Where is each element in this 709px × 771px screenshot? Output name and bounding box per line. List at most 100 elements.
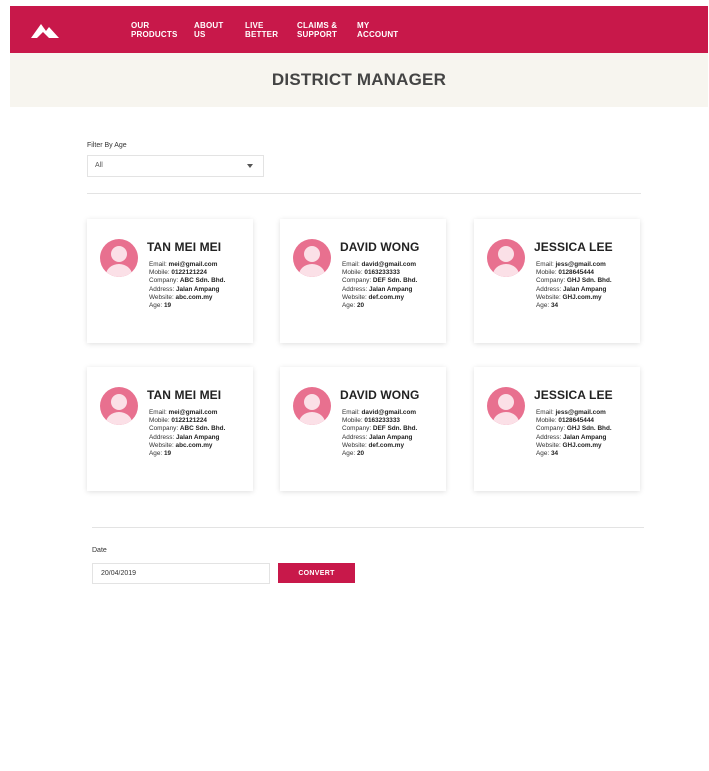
user-avatar-icon (100, 239, 138, 277)
card-address-value: Jalan Ampang (176, 285, 220, 293)
nav-item-my-account[interactable]: MY ACCOUNT (357, 21, 427, 39)
card-website-row: Website: abc.com.my (149, 442, 225, 450)
card-website-value: GHJ.com.my (562, 293, 602, 301)
card-info: Email: mei@gmail.com Mobile: 0122121224 Co… (149, 409, 225, 458)
card-company-value: DEF Sdn. Bhd. (372, 277, 418, 285)
date-label: Date (92, 547, 107, 554)
card-address-label: Address: (536, 433, 563, 441)
card-website-row: Website: GHJ.com.my (536, 294, 612, 302)
card-email-value: david@gmail.com (361, 409, 417, 416)
card-email-row: Email: david@gmail.com (342, 409, 417, 417)
card-age-row: Age: 20 (342, 302, 417, 310)
card-age-row: Age: 34 (536, 302, 612, 310)
card-age-label: Age: (149, 302, 164, 310)
card-mobile-value: 0128645444 (558, 269, 594, 277)
user-avatar-icon (293, 239, 331, 277)
chevron-down-icon (247, 164, 253, 168)
card-email-row: Email: mei@gmail.com (149, 409, 225, 417)
card-age-value: 20 (356, 450, 365, 458)
card-address-label: Address: (342, 433, 369, 441)
card-company-label: Company: (149, 277, 180, 285)
card-age-value: 34 (550, 302, 559, 310)
convert-button[interactable]: CONVERT (278, 563, 355, 583)
card-email-label: Email: (536, 261, 556, 268)
card-address-row: Address: Jalan Ampang (536, 434, 612, 442)
card-email-label: Email: (342, 409, 362, 416)
card-mobile-row: Mobile: 0122121224 (149, 269, 225, 277)
card-mobile-value: 0163233333 (364, 269, 400, 277)
card-age-value: 34 (550, 450, 559, 458)
profile-card[interactable]: JESSICA LEE Email: jess@gmail.com Mobile: … (474, 219, 640, 343)
card-age-value: 19 (163, 302, 172, 310)
card-website-row: Website: def.com.my (342, 442, 417, 450)
card-mobile-label: Mobile: (342, 269, 365, 277)
card-age-label: Age: (536, 450, 551, 458)
card-company-value: GHJ Sdn. Bhd. (566, 425, 612, 433)
card-mobile-value: 0128645444 (558, 417, 594, 425)
card-mobile-label: Mobile: (149, 269, 172, 277)
card-website-label: Website: (149, 293, 176, 301)
age-filter-select[interactable]: All (87, 155, 264, 177)
card-mobile-row: Mobile: 0128645444 (536, 417, 612, 425)
filter-label: Filter By Age (87, 142, 127, 149)
card-company-value: ABC Sdn. Bhd. (179, 277, 226, 285)
profile-card[interactable]: TAN MEI MEI Email: mei@gmail.com Mobile: 0… (87, 219, 253, 343)
card-email-row: Email: mei@gmail.com (149, 261, 225, 269)
card-company-row: Company: ABC Sdn. Bhd. (149, 425, 225, 433)
card-mobile-label: Mobile: (536, 269, 559, 277)
card-company-label: Company: (342, 425, 373, 433)
card-address-label: Address: (149, 285, 176, 293)
card-email-label: Email: (149, 409, 169, 416)
card-website-value: def.com.my (368, 293, 405, 301)
card-company-value: DEF Sdn. Bhd. (372, 425, 418, 433)
card-email-value: jess@gmail.com (555, 409, 606, 416)
card-email-row: Email: jess@gmail.com (536, 409, 612, 417)
profile-card[interactable]: DAVID WONG Email: david@gmail.com Mobile: … (280, 219, 446, 343)
card-company-label: Company: (342, 277, 373, 285)
card-email-value: mei@gmail.com (168, 409, 218, 416)
card-age-row: Age: 34 (536, 450, 612, 458)
card-name: DAVID WONG (340, 388, 420, 402)
divider-bottom (92, 527, 644, 528)
card-address-row: Address: Jalan Ampang (342, 434, 417, 442)
user-avatar-icon (487, 239, 525, 277)
card-age-value: 20 (356, 302, 365, 310)
card-age-label: Age: (149, 450, 164, 458)
card-email-value: david@gmail.com (361, 261, 417, 268)
card-email-row: Email: david@gmail.com (342, 261, 417, 269)
card-name: TAN MEI MEI (147, 240, 222, 254)
mountain-logo-icon[interactable] (31, 20, 59, 40)
nav-item-our-products[interactable]: OUR PRODUCTS (131, 21, 201, 39)
card-name: DAVID WONG (340, 240, 420, 254)
card-address-label: Address: (536, 285, 563, 293)
card-email-row: Email: jess@gmail.com (536, 261, 612, 269)
card-age-label: Age: (342, 450, 357, 458)
card-address-value: Jalan Ampang (176, 433, 220, 441)
card-mobile-label: Mobile: (342, 417, 365, 425)
card-address-value: Jalan Ampang (369, 285, 413, 293)
card-company-label: Company: (536, 425, 567, 433)
card-company-row: Company: GHJ Sdn. Bhd. (536, 277, 612, 285)
card-email-label: Email: (342, 261, 362, 268)
card-website-label: Website: (536, 293, 563, 301)
filter-selected-value: All (95, 162, 103, 169)
user-avatar-icon (293, 387, 331, 425)
card-address-value: Jalan Ampang (563, 285, 607, 293)
card-mobile-value: 0163233333 (364, 417, 400, 425)
card-website-label: Website: (342, 293, 369, 301)
card-address-row: Address: Jalan Ampang (536, 286, 612, 294)
card-email-label: Email: (149, 261, 169, 268)
card-company-label: Company: (149, 425, 180, 433)
profile-card[interactable]: JESSICA LEE Email: jess@gmail.com Mobile: … (474, 367, 640, 491)
card-name: TAN MEI MEI (147, 388, 222, 402)
profile-card[interactable]: TAN MEI MEI Email: mei@gmail.com Mobile: 0… (87, 367, 253, 491)
card-info: Email: jess@gmail.com Mobile: 0128645444 C… (536, 409, 612, 458)
card-age-row: Age: 20 (342, 450, 417, 458)
card-website-row: Website: abc.com.my (149, 294, 225, 302)
card-website-value: abc.com.my (175, 441, 213, 449)
date-input[interactable] (92, 563, 270, 584)
profile-card[interactable]: DAVID WONG Email: david@gmail.com Mobile: … (280, 367, 446, 491)
card-age-label: Age: (536, 302, 551, 310)
user-avatar-icon (487, 387, 525, 425)
card-company-row: Company: GHJ Sdn. Bhd. (536, 425, 612, 433)
